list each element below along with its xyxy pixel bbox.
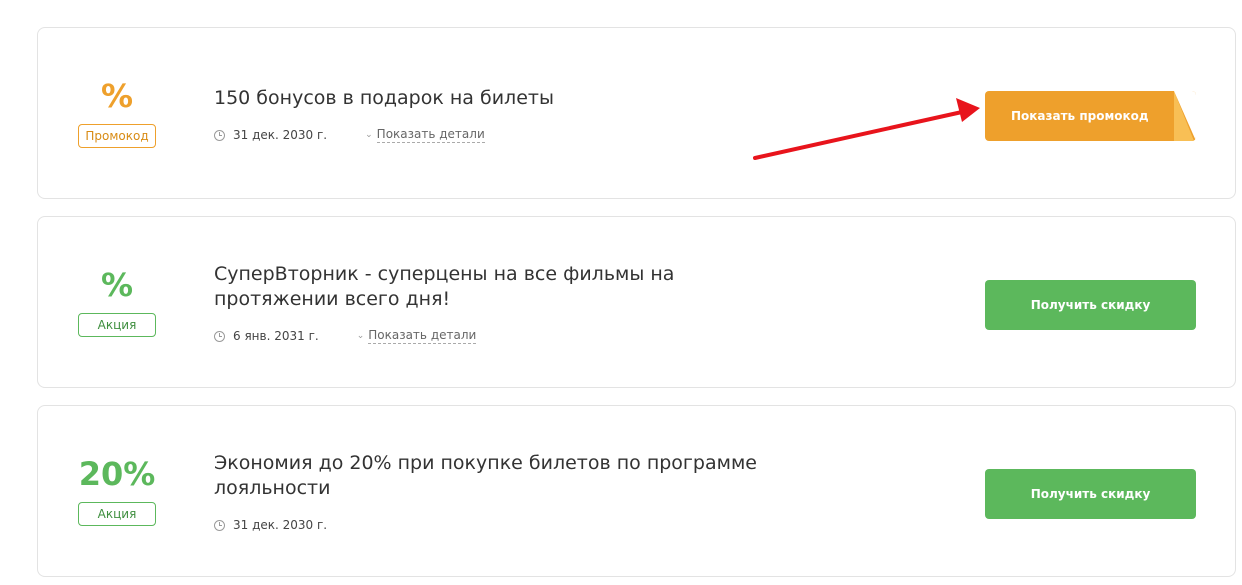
show-details-link[interactable]: Показать детали	[376, 127, 485, 143]
discount-badge: % Акция	[78, 267, 156, 337]
offer-card: % Акция СуперВторник - суперцены на все …	[37, 216, 1236, 388]
expiry-date: 6 янв. 2031 г.	[233, 329, 319, 343]
get-discount-button[interactable]: Получить скидку	[985, 280, 1196, 330]
fold-corner-mask	[1174, 91, 1196, 141]
discount-value: 20%	[78, 455, 156, 493]
offer-info: СуперВторник - суперцены на все фильмы н…	[214, 262, 684, 345]
offer-type-tag: Акция	[78, 313, 156, 337]
show-details-link[interactable]: Показать детали	[368, 328, 477, 344]
offer-info: 150 бонусов в подарок на билеты 31 дек. …	[214, 86, 774, 144]
get-discount-button[interactable]: Получить скидку	[985, 469, 1196, 519]
show-promocode-button[interactable]: Показать промокод	[985, 91, 1196, 141]
chevron-down-icon[interactable]: ⌄	[357, 331, 365, 341]
offer-card: % Промокод 150 бонусов в подарок на биле…	[37, 27, 1236, 199]
offer-title: 150 бонусов в подарок на билеты	[214, 87, 554, 109]
discount-badge: % Промокод	[78, 78, 156, 148]
offer-type-tag: Промокод	[78, 124, 156, 148]
discount-badge: 20% Акция	[78, 456, 156, 526]
clock-icon	[214, 519, 225, 531]
clock-icon	[214, 330, 225, 342]
discount-value: %	[100, 266, 134, 304]
expiry-date: 31 дек. 2030 г.	[233, 128, 328, 142]
show-promocode-label: Показать промокод	[1011, 109, 1149, 123]
expiry-date: 31 дек. 2030 г.	[233, 518, 328, 532]
offer-meta: 31 дек. 2030 г.	[214, 516, 774, 534]
offer-card: 20% Акция Экономия до 20% при покупке би…	[37, 405, 1236, 577]
clock-icon	[214, 129, 225, 141]
offer-info: Экономия до 20% при покупке билетов по п…	[214, 451, 774, 534]
offer-meta: 6 янв. 2031 г. ⌄ Показать детали	[214, 327, 684, 345]
offer-meta: 31 дек. 2030 г. ⌄ Показать детали	[214, 126, 774, 144]
discount-value: %	[100, 77, 134, 115]
offer-title: Экономия до 20% при покупке билетов по п…	[214, 452, 757, 499]
offer-type-tag: Акция	[78, 502, 156, 526]
offer-title: СуперВторник - суперцены на все фильмы н…	[214, 263, 675, 310]
chevron-down-icon[interactable]: ⌄	[365, 130, 373, 140]
